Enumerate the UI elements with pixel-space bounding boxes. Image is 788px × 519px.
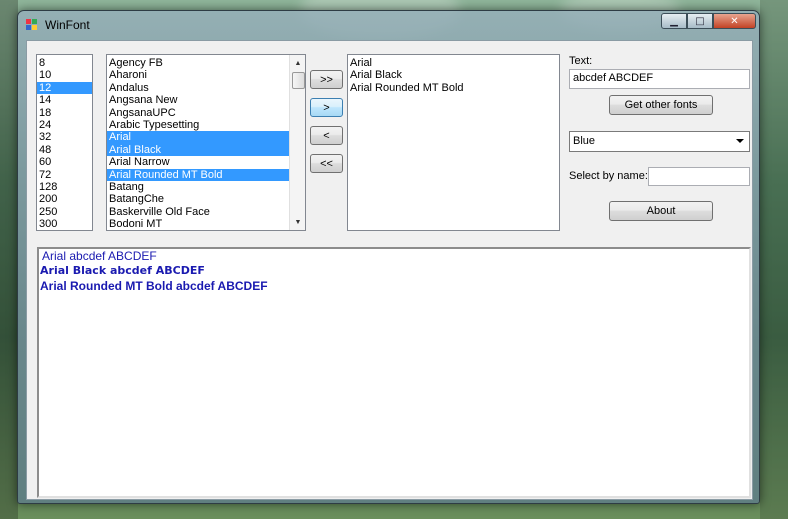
scroll-thumb[interactable]	[292, 72, 305, 89]
size-list-item-selected[interactable]: 12	[37, 81, 92, 95]
font-list-item[interactable]: Andalus	[107, 82, 289, 94]
size-list-item[interactable]: 24	[37, 119, 92, 131]
size-list-item[interactable]: 48	[37, 144, 92, 156]
size-list-item[interactable]: 32	[37, 131, 92, 143]
preview-line-arial-rounded: Arial Rounded MT Bold abcdef ABCDEF	[40, 279, 268, 293]
preview-line-arial: Arial abcdef ABCDEF	[42, 249, 157, 263]
font-list-item[interactable]: Bodoni MT	[107, 218, 289, 230]
remove-all-button[interactable]: <<	[310, 154, 343, 173]
chosen-font-item[interactable]: Arial Rounded MT Bold	[348, 82, 559, 94]
size-list-item[interactable]: 200	[37, 193, 92, 205]
chevron-down-icon[interactable]	[736, 139, 744, 143]
font-list-item[interactable]: BatangChe	[107, 193, 289, 205]
text-label: Text:	[569, 55, 593, 67]
font-list-item[interactable]: Arial Narrow	[107, 156, 289, 168]
color-select-value: Blue	[573, 135, 596, 147]
close-icon: ✕	[730, 15, 739, 27]
font-list-item-selected[interactable]: Arial	[107, 131, 289, 144]
font-list[interactable]: Agency FB Aharoni Andalus Angsana New An…	[106, 54, 306, 231]
font-list-item[interactable]: AngsanaUPC	[107, 107, 289, 119]
font-list-item-selected[interactable]: Arial Black	[107, 143, 289, 157]
size-list-item[interactable]: 300	[37, 218, 92, 230]
size-list-item[interactable]: 72	[37, 169, 92, 181]
add-button[interactable]: >	[310, 98, 343, 117]
about-button[interactable]: About	[609, 201, 713, 221]
size-list-item[interactable]: 250	[37, 206, 92, 218]
app-icon	[26, 19, 38, 31]
title-bar[interactable]: WinFont ▁ □ ✕	[18, 11, 759, 39]
font-list-item[interactable]: Angsana New	[107, 94, 289, 106]
preview-line-arial-black: Arial Black abcdef ABCDEF	[40, 264, 205, 277]
minimize-button[interactable]: ▁	[661, 13, 687, 29]
scroll-up-arrow-icon[interactable]: ▲	[290, 55, 305, 71]
size-list[interactable]: 8 10 12 14 18 24 32 48 60 72 128 200 250…	[36, 54, 93, 231]
get-other-fonts-button[interactable]: Get other fonts	[609, 95, 713, 115]
select-by-name-label: Select by name:	[569, 170, 648, 182]
text-input[interactable]: abcdef ABCDEF	[569, 69, 750, 89]
chosen-font-item[interactable]: Arial Black	[348, 69, 559, 81]
font-list-item[interactable]: Aharoni	[107, 69, 289, 81]
color-select[interactable]: Blue	[569, 131, 750, 152]
remove-button[interactable]: <	[310, 126, 343, 145]
size-list-item[interactable]: 14	[37, 94, 92, 106]
size-list-item[interactable]: 10	[37, 69, 92, 81]
font-list-item-selected[interactable]: Arial Rounded MT Bold	[107, 168, 289, 181]
minimize-icon: ▁	[670, 15, 678, 27]
select-by-name-input[interactable]	[648, 167, 750, 186]
chosen-fonts-list[interactable]: Arial Arial Black Arial Rounded MT Bold	[347, 54, 560, 231]
size-list-item[interactable]: 8	[37, 57, 92, 69]
add-all-button[interactable]: >>	[310, 70, 343, 89]
size-list-item[interactable]: 18	[37, 107, 92, 119]
close-button[interactable]: ✕	[713, 13, 756, 29]
font-list-item[interactable]: Agency FB	[107, 57, 289, 69]
font-list-item[interactable]: Baskerville Old Face	[107, 206, 289, 218]
font-list-scrollbar[interactable]: ▲ ▼	[289, 55, 305, 230]
client-area: 8 10 12 14 18 24 32 48 60 72 128 200 250…	[26, 40, 753, 500]
size-list-item[interactable]: 60	[37, 156, 92, 168]
font-preview-panel[interactable]: Arial abcdef ABCDEF Arial Black abcdef A…	[37, 247, 751, 498]
app-window: WinFont ▁ □ ✕ 8 10 12 14 18 24 32 48 60 …	[17, 10, 760, 504]
font-list-item[interactable]: Batang	[107, 181, 289, 193]
maximize-icon: □	[695, 15, 705, 27]
chosen-font-item[interactable]: Arial	[348, 57, 559, 69]
scroll-down-arrow-icon[interactable]: ▼	[290, 214, 305, 230]
font-list-item[interactable]: Arabic Typesetting	[107, 119, 289, 131]
maximize-button[interactable]: □	[687, 13, 713, 29]
window-title: WinFont	[45, 18, 90, 32]
size-list-item[interactable]: 128	[37, 181, 92, 193]
